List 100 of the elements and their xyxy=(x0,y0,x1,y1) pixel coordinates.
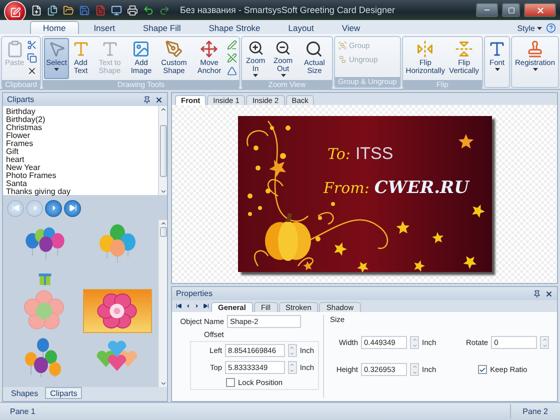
scroll-thumb[interactable] xyxy=(160,227,166,237)
category-item[interactable]: Gift xyxy=(6,148,155,156)
down-icon xyxy=(289,350,296,356)
quick-access-button[interactable] xyxy=(110,4,122,16)
up-icon xyxy=(289,362,296,368)
ungroup-icon xyxy=(338,55,347,64)
zoom-out-icon xyxy=(274,40,292,56)
scroll-thumb[interactable] xyxy=(160,124,166,176)
scrollbar[interactable] xyxy=(158,220,167,387)
clipboard-icon xyxy=(6,40,24,58)
close-button[interactable] xyxy=(524,3,556,17)
ribbon-tab[interactable]: Shape Fill xyxy=(130,21,194,34)
spin-button[interactable] xyxy=(410,363,419,376)
quick-access-button[interactable] xyxy=(46,4,58,16)
category-item[interactable]: Photo Frames xyxy=(6,172,155,180)
spin-button[interactable] xyxy=(288,344,297,357)
scroll-down-icon[interactable] xyxy=(160,188,166,195)
print-icon xyxy=(126,4,138,16)
scroll-down-icon[interactable] xyxy=(160,380,166,387)
arrow-icon xyxy=(176,303,182,309)
flower-drawing xyxy=(22,290,65,332)
category-item[interactable]: Thanks giving day xyxy=(6,188,155,196)
magnifier-icon xyxy=(305,40,324,58)
category-item[interactable]: Flower xyxy=(6,132,155,140)
group-icon xyxy=(338,41,347,50)
scrollbar[interactable] xyxy=(158,106,167,195)
pin-button[interactable] xyxy=(142,95,151,104)
new-file-icon xyxy=(30,4,42,16)
check-icon xyxy=(479,366,486,374)
pager-button[interactable] xyxy=(64,200,81,216)
close-button[interactable] xyxy=(154,95,163,104)
zoom-in-icon xyxy=(246,40,265,56)
tab-scroll-button[interactable] xyxy=(175,302,183,310)
quick-access-button[interactable] xyxy=(126,4,138,16)
card-text: CWER.RU xyxy=(374,178,469,198)
category-item[interactable]: Santa xyxy=(6,180,155,188)
maximize-icon xyxy=(508,6,514,14)
down-icon xyxy=(412,370,418,375)
up-icon xyxy=(289,345,296,350)
checkbox[interactable] xyxy=(478,365,488,374)
category-item[interactable]: heart xyxy=(6,156,155,164)
minimize-button[interactable] xyxy=(476,3,498,17)
ribbon-tab[interactable]: Insert xyxy=(80,21,128,34)
category-item[interactable]: New Year xyxy=(6,164,155,172)
scroll-up-icon[interactable] xyxy=(160,220,166,227)
ribbon-tab[interactable]: Shape Stroke xyxy=(196,21,274,34)
picture-icon xyxy=(132,40,150,58)
down-icon xyxy=(289,368,296,373)
category-item[interactable]: Christmas xyxy=(6,124,155,132)
copy-icon xyxy=(27,53,38,63)
card-text: From: xyxy=(324,179,370,197)
spin-button[interactable] xyxy=(288,361,297,374)
ribbon-tab[interactable]: Home xyxy=(30,21,79,34)
tab-scroll-button[interactable] xyxy=(202,302,210,310)
down-icon xyxy=(412,342,418,348)
text-icon xyxy=(72,40,90,58)
flip-horizontal-icon xyxy=(416,40,434,58)
category-item[interactable]: Birthday(2) xyxy=(6,116,155,124)
panel-tab[interactable]: Shapes xyxy=(6,387,44,399)
cut-icon xyxy=(27,40,38,50)
pin-icon xyxy=(142,96,150,104)
undo-icon xyxy=(142,4,154,16)
close-button[interactable] xyxy=(544,289,553,298)
style-menu[interactable]: Style xyxy=(515,22,544,34)
caret-icon xyxy=(537,26,542,30)
quick-access-button[interactable] xyxy=(142,4,154,16)
ribbon-tab[interactable]: View xyxy=(328,21,374,34)
redo-icon xyxy=(158,4,170,16)
delete-icon xyxy=(27,66,38,76)
help-icon[interactable] xyxy=(546,23,556,33)
last-icon xyxy=(68,204,76,212)
panel-title: Cliparts xyxy=(7,95,34,104)
stamp-icon xyxy=(526,40,544,58)
font-icon xyxy=(488,40,506,58)
category-item[interactable]: Frames xyxy=(6,140,155,148)
down-icon xyxy=(542,342,548,348)
pager-button[interactable] xyxy=(45,200,62,216)
remove-point-icon xyxy=(226,53,237,63)
scroll-up-icon[interactable] xyxy=(160,106,166,113)
maximize-button[interactable] xyxy=(502,3,520,17)
category-item[interactable]: Birthday xyxy=(6,108,155,116)
spin-button[interactable] xyxy=(410,336,419,349)
close-icon xyxy=(536,6,544,14)
close-icon xyxy=(154,96,162,104)
spin-button[interactable] xyxy=(540,336,550,349)
pin-icon xyxy=(532,290,540,298)
checkbox[interactable] xyxy=(226,378,235,387)
ribbon-tab[interactable]: Layout xyxy=(275,21,327,34)
status-text: Pane 2 xyxy=(510,404,560,419)
folder-icon xyxy=(62,4,74,16)
panel-title: Properties xyxy=(176,289,212,298)
up-icon xyxy=(412,364,418,370)
pin-button[interactable] xyxy=(532,289,541,298)
quick-access-button[interactable] xyxy=(62,4,74,16)
panel-tab[interactable]: Cliparts xyxy=(45,387,82,399)
flip-vertical-icon xyxy=(454,40,473,58)
monitor-icon xyxy=(110,4,122,16)
clipart-thumbnail[interactable] xyxy=(82,289,152,333)
pdf-icon xyxy=(94,4,106,16)
close-icon xyxy=(544,290,552,298)
